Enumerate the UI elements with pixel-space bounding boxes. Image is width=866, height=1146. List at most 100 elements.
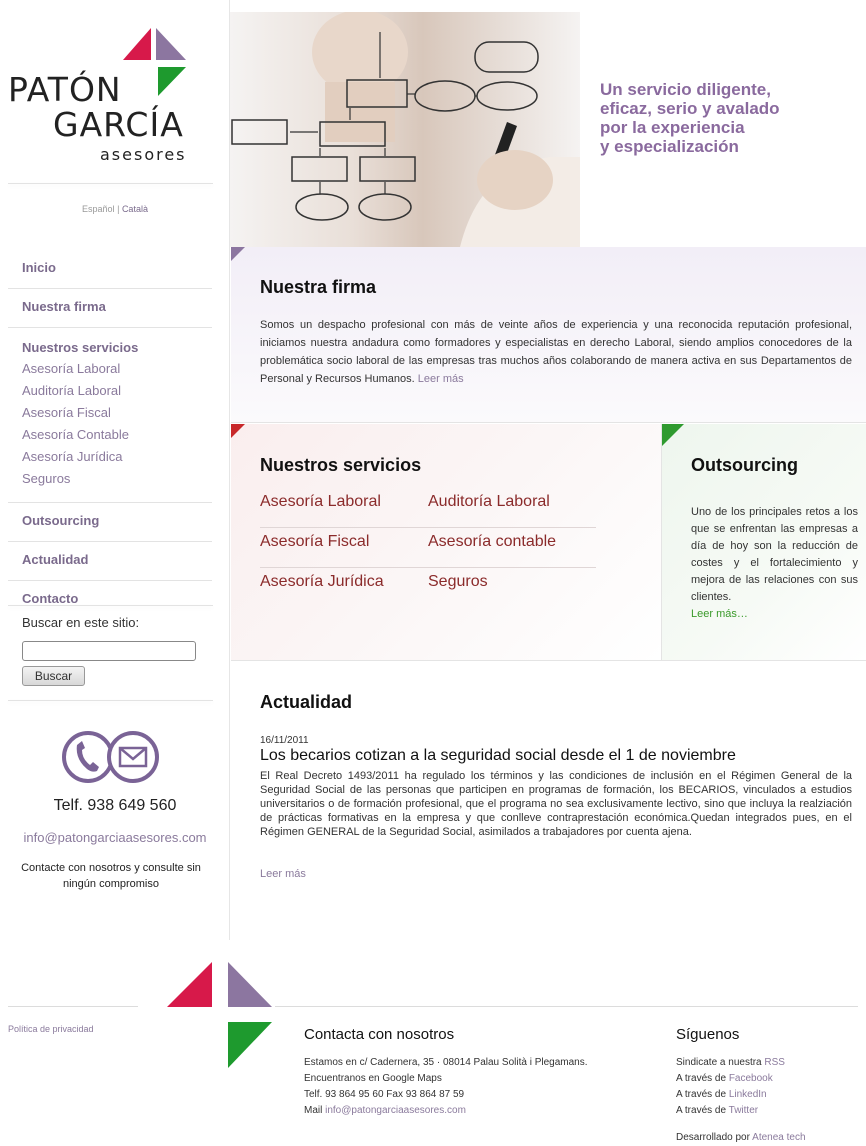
footer-logo-mark [167, 962, 272, 1068]
rss-link[interactable]: RSS [764, 1057, 785, 1068]
outsourcing-body: Uno de los principales retos a los que s… [691, 506, 858, 603]
linkedin-link[interactable]: LinkedIn [729, 1089, 767, 1100]
footer-contact-title: Contacta con nosotros [304, 1026, 455, 1043]
search-form: Buscar en este sitio: Buscar [22, 615, 212, 686]
sidebar-phone: Telf. 938 649 560 [53, 797, 177, 814]
outsourcing-text: Uno de los principales retos a los que s… [691, 504, 858, 623]
news-body: El Real Decreto 1493/2011 ha regulado lo… [260, 770, 852, 838]
phone-icon [62, 731, 114, 783]
nav-nuestra-firma[interactable]: Nuestra firma [8, 299, 212, 315]
service-link-asesoria-contable[interactable]: Asesoría contable [428, 533, 556, 551]
search-input[interactable] [22, 641, 196, 661]
developer-link[interactable]: Atenea tech [752, 1132, 805, 1143]
search-button[interactable]: Buscar [22, 666, 85, 686]
developer-prefix: Desarrollado por [676, 1132, 750, 1143]
service-link-asesoria-laboral[interactable]: Asesoría Laboral [260, 493, 381, 511]
divider [8, 605, 213, 606]
contact-icons [62, 728, 162, 791]
corner-accent [231, 424, 245, 438]
outsourcing-title: Outsourcing [691, 455, 798, 475]
service-link-asesoria-fiscal[interactable]: Asesoría Fiscal [260, 533, 369, 551]
firma-body: Somos un despacho profesional con más de… [260, 319, 852, 385]
nav-nuestros-servicios[interactable]: Nuestros servicios [8, 340, 212, 356]
facebook-link[interactable]: Facebook [729, 1073, 773, 1084]
envelope-icon [107, 731, 159, 783]
footer-linkedin-prefix: A través de [676, 1089, 727, 1100]
footer-divider [275, 1006, 858, 1007]
footer-twitter-prefix: A través de [676, 1105, 727, 1116]
hero-diagram-illustration [231, 12, 580, 247]
search-label: Buscar en este sitio: [22, 615, 140, 630]
divider [8, 700, 213, 701]
footer-follow-title: Síguenos [676, 1026, 740, 1043]
footer-contact: Contacta con nosotros Estamos en c/ Cade… [304, 1026, 588, 1119]
section-outsourcing: Outsourcing Uno de los principales retos… [662, 424, 866, 660]
firma-text: Somos un despacho profesional con más de… [260, 316, 852, 388]
logo-line-3: asesores [100, 145, 187, 164]
firma-title: Nuestra firma [260, 277, 377, 297]
hero-image [230, 12, 580, 247]
hero-banner: Un servicio diligente, eficaz, serio y a… [230, 12, 866, 247]
nav-inicio[interactable]: Inicio [8, 260, 212, 276]
service-link-seguros[interactable]: Seguros [428, 573, 488, 591]
hero-tagline-line: por la experiencia [600, 118, 745, 137]
logo-line-1: PATÓN [8, 70, 122, 109]
footer-maps-link[interactable]: Encuentranos en Google Maps [304, 1071, 588, 1087]
hero-tagline-line: Un servicio diligente, [600, 80, 771, 99]
service-link-auditoria-laboral[interactable]: Auditoría Laboral [428, 493, 550, 511]
hero-tagline-line: eficaz, serio y avalado [600, 99, 780, 118]
news-read-more-link[interactable]: Leer más [260, 868, 306, 880]
section-nuestros-servicios: Nuestros servicios Asesoría Laboral Audi… [231, 424, 662, 660]
servicios-title: Nuestros servicios [260, 455, 422, 475]
language-switcher: Español | Català [0, 204, 230, 214]
section-actualidad: Actualidad 16/11/2011 Los becarios cotiz… [231, 660, 866, 940]
nav-sub-asesoria-contable[interactable]: Asesoría Contable [8, 424, 212, 446]
nav-sub-asesoria-fiscal[interactable]: Asesoría Fiscal [8, 402, 212, 424]
hero-tagline-line: y especialización [600, 137, 739, 156]
nav-sub-auditoria-laboral[interactable]: Auditoría Laboral [8, 380, 212, 402]
outsourcing-read-more-link[interactable]: Leer más… [691, 608, 748, 620]
lang-separator: | [117, 204, 120, 214]
firma-read-more-link[interactable]: Leer más [418, 373, 464, 385]
lang-ca[interactable]: Català [122, 204, 148, 214]
corner-accent [231, 247, 245, 261]
news-date: 16/11/2011 [260, 735, 309, 746]
hero-tagline: Un servicio diligente, eficaz, serio y a… [600, 80, 850, 156]
footer-facebook-line: A través de Facebook [676, 1071, 785, 1087]
sidebar-contact-note: Contacte con nosotros y consulte sin nin… [21, 862, 201, 890]
footer-facebook-prefix: A través de [676, 1073, 727, 1084]
footer-phones: Telf. 93 864 95 60 Fax 93 864 87 59 [304, 1089, 465, 1100]
service-link-asesoria-juridica[interactable]: Asesoría Jurídica [260, 573, 384, 591]
news-headline-link[interactable]: Los becarios cotizan a la seguridad soci… [260, 747, 736, 765]
footer-follow: Síguenos Sindicate a nuestra RSS A travé… [676, 1026, 785, 1119]
footer-mail-prefix: Mail [304, 1105, 323, 1116]
footer-rss-prefix: Sindicate a nuestra [676, 1057, 762, 1068]
nav-actualidad[interactable]: Actualidad [8, 552, 212, 568]
services-row: Asesoría Laboral Auditoría Laboral [260, 488, 596, 528]
footer-twitter-line: A través de Twitter [676, 1103, 785, 1119]
lang-es[interactable]: Español [82, 204, 115, 214]
footer: Política de privacidad Contacta con noso… [0, 930, 866, 1146]
nav-sub-asesoria-laboral[interactable]: Asesoría Laboral [8, 358, 212, 380]
sidebar: PATÓN GARCÍA asesores Español | Català I… [0, 0, 230, 940]
services-row: Asesoría Fiscal Asesoría contable [260, 528, 596, 568]
footer-mail-link[interactable]: info@patongarciaasesores.com [325, 1105, 466, 1116]
footer-address: Estamos en c/ Cadernera, 35 · 08014 Pala… [304, 1057, 588, 1068]
services-grid: Asesoría Laboral Auditoría Laboral Aseso… [260, 488, 596, 608]
corner-accent [662, 424, 684, 446]
nav-outsourcing[interactable]: Outsourcing [8, 513, 212, 529]
section-nuestra-firma: Nuestra firma Somos un despacho profesio… [231, 247, 866, 423]
developer-credit: Desarrollado por Atenea tech [676, 1132, 806, 1143]
nav-sub-asesoria-juridica[interactable]: Asesoría Jurídica [8, 446, 212, 468]
nav-sub-seguros[interactable]: Seguros [8, 468, 212, 490]
actualidad-title: Actualidad [260, 692, 353, 712]
divider [8, 183, 213, 184]
footer-mail-line: Mail info@patongarciaasesores.com [304, 1103, 588, 1119]
footer-rss-line: Sindicate a nuestra RSS [676, 1055, 785, 1071]
main-nav: Inicio Nuestra firma Nuestros servicios … [8, 250, 212, 619]
privacy-policy-link[interactable]: Política de privacidad [8, 1024, 94, 1034]
logo[interactable]: PATÓN GARCÍA asesores [8, 28, 213, 168]
twitter-link[interactable]: Twitter [729, 1105, 758, 1116]
footer-linkedin-line: A través de LinkedIn [676, 1087, 785, 1103]
sidebar-email-link[interactable]: info@patongarciaasesores.com [0, 830, 230, 845]
